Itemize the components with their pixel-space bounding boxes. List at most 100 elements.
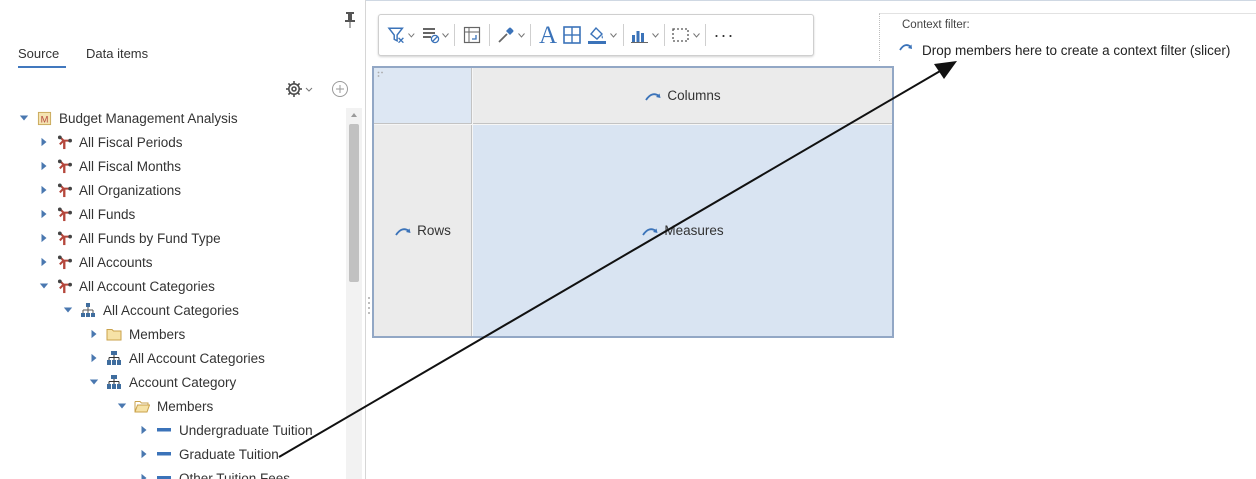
tree-item-label: All Fiscal Months (79, 158, 182, 174)
expand-caret-down-icon[interactable] (18, 112, 30, 124)
color-picker-icon (497, 27, 513, 43)
tree-item[interactable]: All Account Categories (62, 298, 239, 322)
expand-caret-right-icon[interactable] (138, 472, 150, 479)
context-filter-dropzone[interactable]: Context filter: Drop members here to cre… (879, 13, 1256, 61)
fill-color-button[interactable] (584, 20, 618, 50)
tree-item[interactable]: Members (116, 394, 213, 418)
tree-item-label: Members (129, 326, 186, 342)
crosstab-corner-cell[interactable] (374, 68, 472, 124)
dimension-icon (55, 134, 73, 150)
tree-item[interactable]: Account Category (88, 370, 236, 394)
filter-icon (387, 27, 404, 44)
gear-icon[interactable] (285, 80, 315, 98)
expand-caret-right-icon[interactable] (38, 208, 50, 220)
folder-icon (105, 326, 123, 342)
tree-item-label: Account Category (129, 374, 237, 390)
tab-source[interactable]: Source (18, 46, 59, 61)
drop-arrow-icon (642, 227, 658, 236)
rows-dropzone[interactable]: Rows (374, 125, 472, 336)
context-filter-hint: Drop members here to create a context fi… (922, 43, 1231, 58)
tree-item[interactable]: All Funds by Fund Type (38, 226, 221, 250)
filter-button[interactable] (387, 20, 415, 50)
tree-scrollbar[interactable] (346, 108, 362, 479)
fill-color-icon (587, 26, 606, 44)
expand-caret-right-icon[interactable] (88, 352, 100, 364)
tree-item[interactable]: Undergraduate Tuition (138, 418, 313, 442)
chevron-down-icon (441, 32, 449, 38)
tree-item-label: All Funds by Fund Type (79, 230, 221, 246)
cube-icon: M (35, 110, 53, 126)
drag-handle-icon[interactable] (377, 71, 385, 79)
toolbar-separator (489, 24, 490, 46)
tree-item[interactable]: All Organizations (38, 178, 181, 202)
drop-arrow-icon (395, 227, 411, 236)
hierarchy-icon (79, 302, 97, 318)
source-panel: Source Data items M Budget Management Ana… (0, 0, 366, 479)
suppress-icon (422, 28, 439, 44)
columns-drop-label: Columns (644, 88, 721, 103)
tree-item[interactable]: Other Tuition Fees (138, 466, 290, 479)
tree-item-label: Graduate Tuition (179, 446, 279, 462)
more-button[interactable]: ··· (711, 20, 737, 50)
tree-item-label: Budget Management Analysis (59, 110, 238, 126)
borders-button[interactable] (560, 20, 584, 50)
expand-caret-right-icon[interactable] (138, 448, 150, 460)
dimension-icon (55, 158, 73, 174)
level-icon (105, 350, 123, 366)
expand-caret-down-icon[interactable] (62, 304, 74, 316)
dimension-icon (55, 182, 73, 198)
more-icon: ··· (713, 25, 735, 45)
measures-dropzone[interactable]: Measures (473, 125, 892, 336)
text-font-button[interactable]: A (536, 20, 560, 50)
expand-caret-right-icon[interactable] (138, 424, 150, 436)
panel-splitter-handle[interactable] (367, 295, 371, 317)
chevron-down-icon (517, 32, 525, 38)
tree-item-label: All Accounts (79, 254, 153, 270)
plus-circle-icon[interactable] (331, 80, 349, 98)
expand-caret-down-icon[interactable] (88, 376, 100, 388)
swap-rows-columns-button[interactable] (460, 20, 484, 50)
level-icon (105, 374, 123, 390)
tree-item-label: All Funds (79, 206, 136, 222)
expand-caret-down-icon[interactable] (38, 280, 50, 292)
color-picker-button[interactable] (495, 20, 525, 50)
scroll-up-arrow-icon[interactable] (346, 108, 362, 122)
tree-item[interactable]: All Account Categories (88, 346, 265, 370)
pin-icon[interactable] (345, 12, 355, 28)
tab-data-items[interactable]: Data items (86, 46, 148, 61)
text-font-icon: A (538, 21, 558, 49)
expand-caret-right-icon[interactable] (38, 160, 50, 172)
expand-caret-right-icon[interactable] (38, 256, 50, 268)
expand-caret-right-icon[interactable] (38, 184, 50, 196)
tree-item[interactable]: All Funds (38, 202, 135, 226)
toolbar-separator (664, 24, 665, 46)
member-icon (155, 422, 173, 438)
context-filter-title: Context filter: (902, 19, 970, 31)
dimension-icon (55, 254, 73, 270)
tree-item[interactable]: M Budget Management Analysis (18, 106, 238, 130)
suppress-button[interactable] (421, 20, 449, 50)
toolbar-separator (454, 24, 455, 46)
chart-button[interactable] (629, 20, 659, 50)
columns-dropzone[interactable]: Columns (473, 68, 892, 124)
scroll-thumb[interactable] (349, 124, 359, 282)
expand-caret-down-icon[interactable] (116, 400, 128, 412)
tree-item-label: All Organizations (79, 182, 182, 198)
svg-text:M: M (40, 114, 48, 124)
tree-item[interactable]: All Fiscal Months (38, 154, 181, 178)
swap-icon (463, 26, 481, 44)
select-button[interactable] (670, 20, 700, 50)
dimension-icon (55, 230, 73, 246)
tree-item[interactable]: All Accounts (38, 250, 153, 274)
tree-item-label: All Account Categories (103, 302, 239, 318)
expand-caret-right-icon[interactable] (38, 136, 50, 148)
tree-item[interactable]: All Fiscal Periods (38, 130, 183, 154)
dimension-icon (55, 206, 73, 222)
source-tree: M Budget Management Analysis All Fiscal Pe… (0, 104, 344, 479)
tree-item[interactable]: All Account Categories (38, 274, 215, 298)
tree-item[interactable]: Graduate Tuition (138, 442, 279, 466)
expand-caret-right-icon[interactable] (38, 232, 50, 244)
expand-caret-right-icon[interactable] (88, 328, 100, 340)
tree-item[interactable]: Members (88, 322, 185, 346)
toolbar-separator (530, 24, 531, 46)
